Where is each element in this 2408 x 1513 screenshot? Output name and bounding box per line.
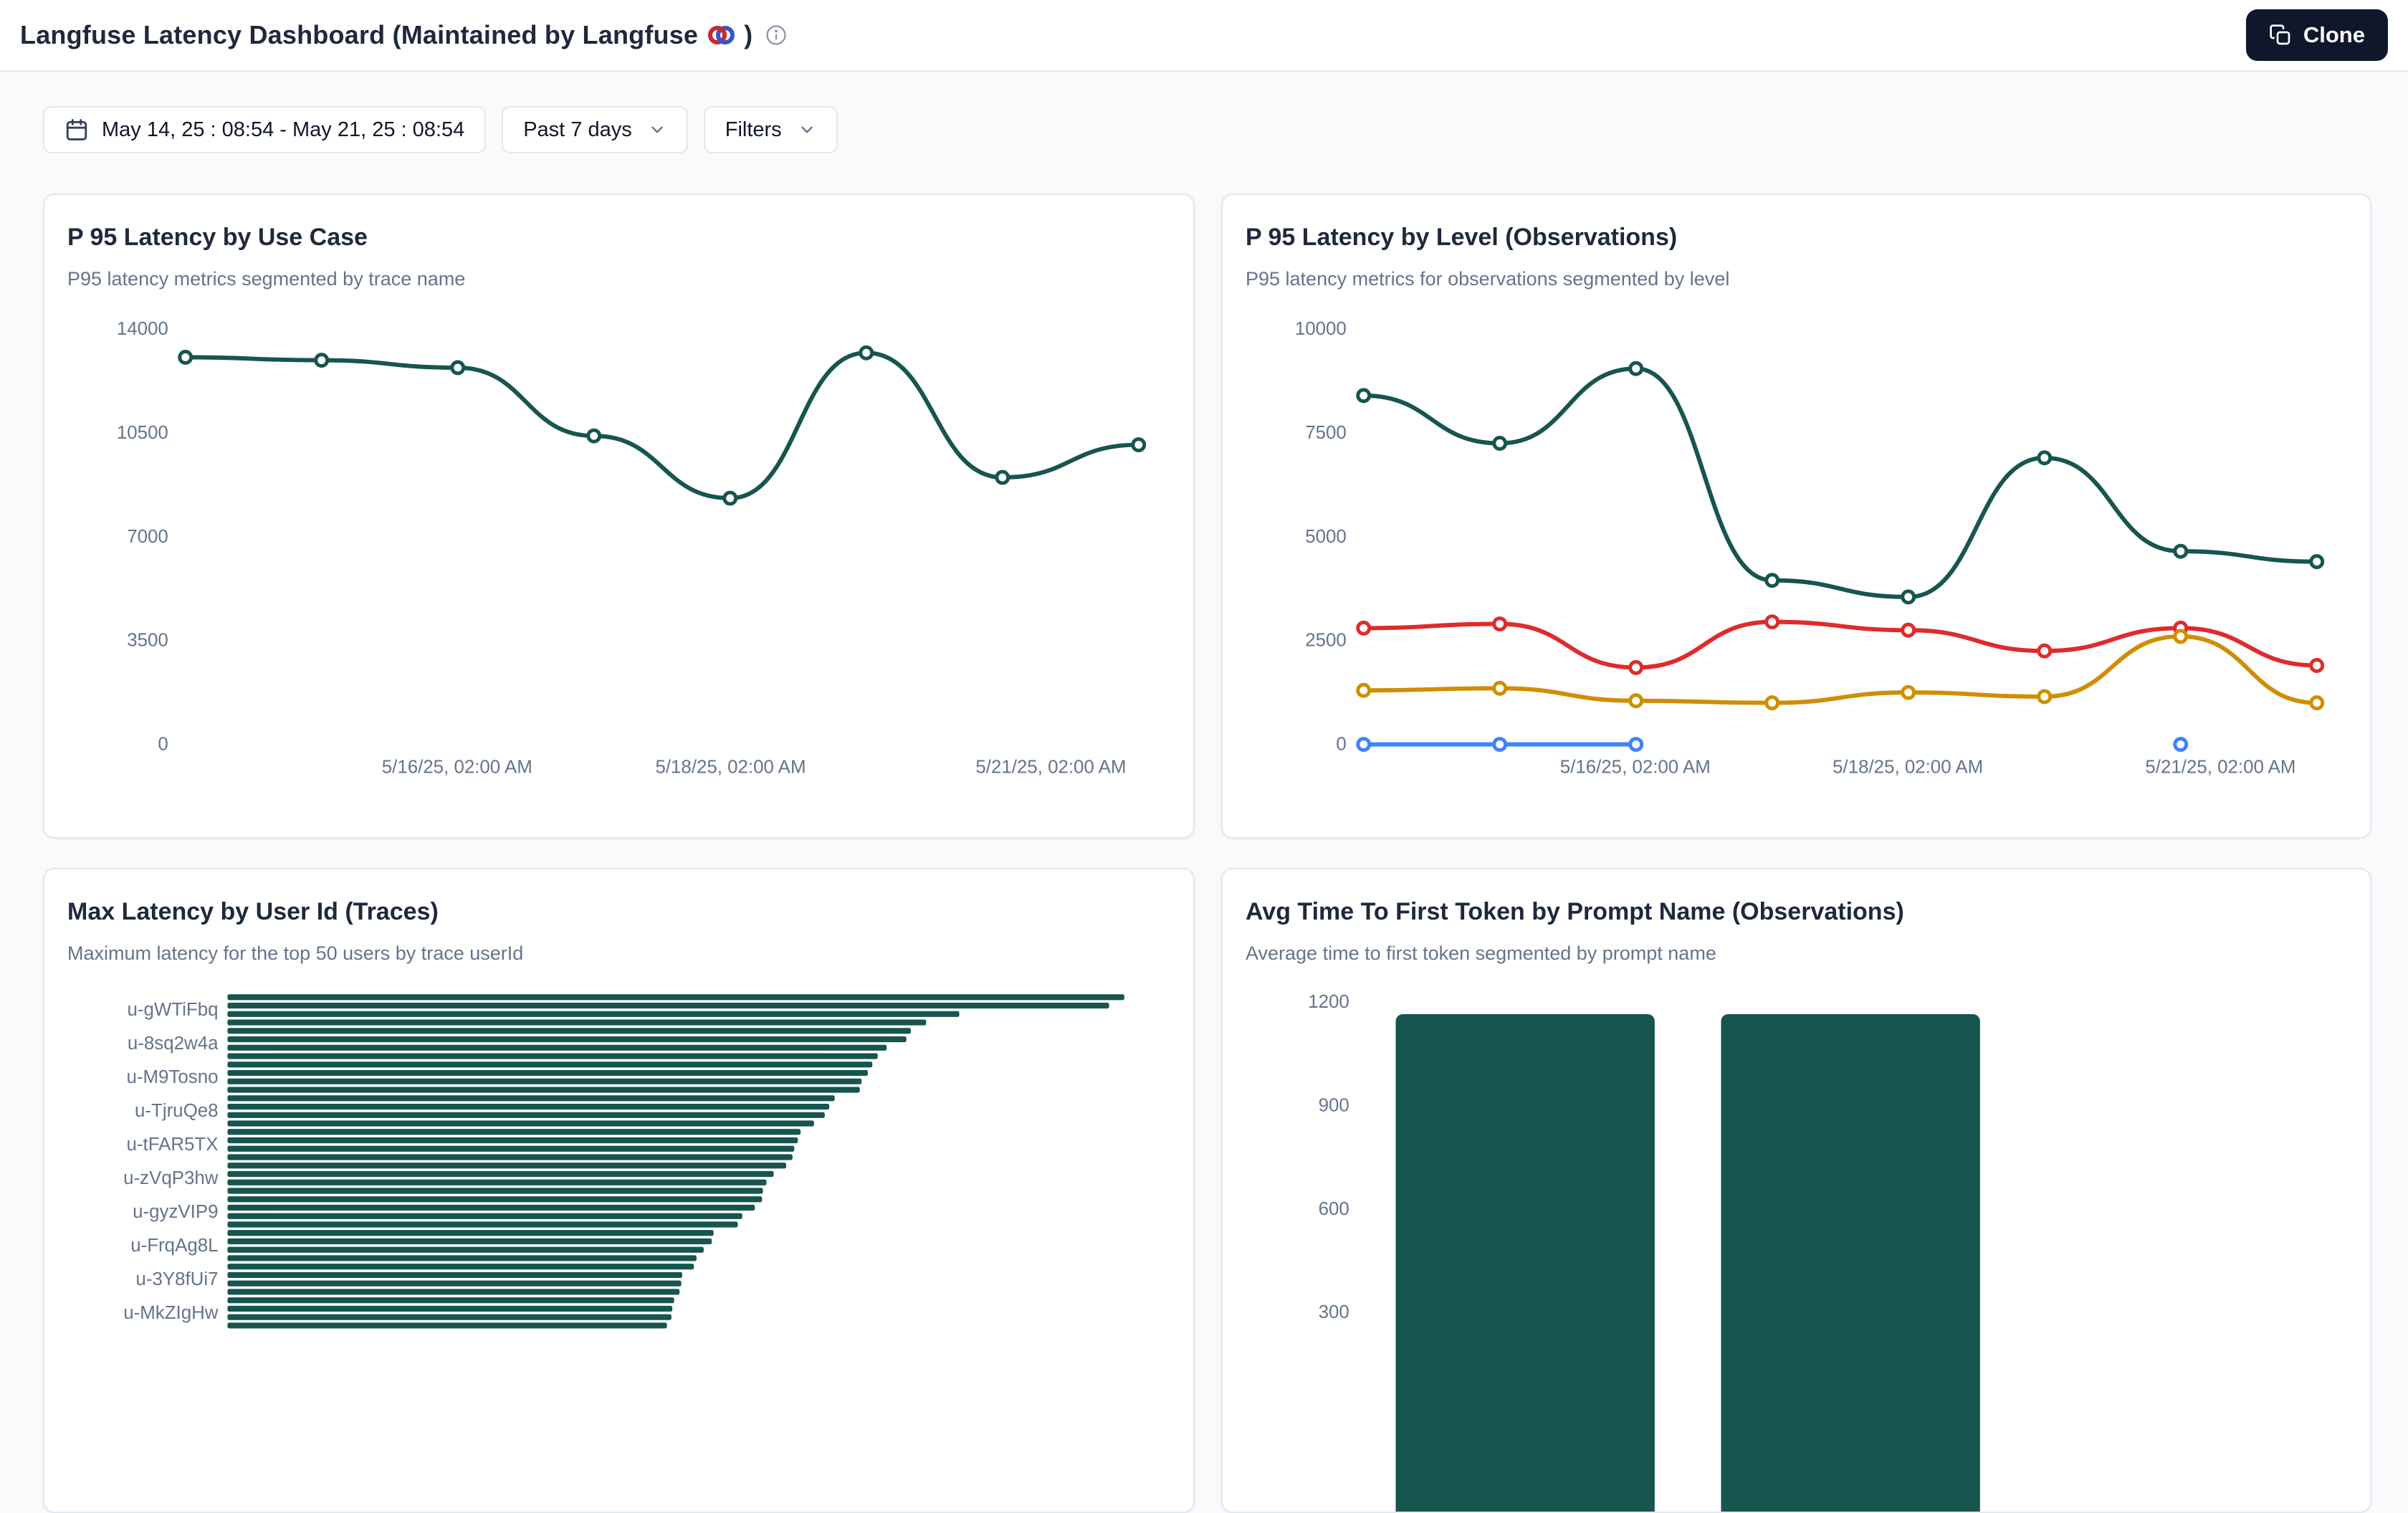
filter-toolbar: May 14, 25 : 08:54 - May 21, 25 : 08:54 … <box>43 106 838 153</box>
page-title-suffix: ) <box>744 20 752 50</box>
svg-text:5/16/25, 02:00 AM: 5/16/25, 02:00 AM <box>1560 757 1711 777</box>
top-bar: Langfuse Latency Dashboard (Maintained b… <box>0 0 2408 72</box>
clone-button-label: Clone <box>2303 22 2365 48</box>
chart-card-max-latency-user-id: Max Latency by User Id (Traces) Maximum … <box>43 868 1195 1513</box>
svg-text:5/21/25, 02:00 AM: 5/21/25, 02:00 AM <box>2145 757 2295 777</box>
copy-icon <box>2269 24 2292 47</box>
svg-text:10000: 10000 <box>1295 319 1347 339</box>
page-title: Langfuse Latency Dashboard (Maintained b… <box>20 20 752 50</box>
clone-button[interactable]: Clone <box>2246 9 2388 61</box>
svg-text:0: 0 <box>1336 735 1346 755</box>
svg-text:u-8sq2w4a: u-8sq2w4a <box>128 1034 219 1054</box>
svg-text:2500: 2500 <box>1305 631 1347 651</box>
chevron-down-icon <box>798 120 816 139</box>
svg-text:300: 300 <box>1319 1302 1349 1322</box>
svg-text:u-TjruQe8: u-TjruQe8 <box>135 1101 218 1121</box>
svg-text:u-MkZIgHw: u-MkZIgHw <box>123 1303 219 1323</box>
chart-card-p95-latency-level: P 95 Latency by Level (Observations) P95… <box>1221 194 2371 839</box>
svg-text:3500: 3500 <box>127 631 168 651</box>
calendar-icon <box>64 118 89 142</box>
vertical-bar-chart-canvas[interactable]: 1200 900 600 300 <box>1223 869 2370 1512</box>
svg-text:u-M9Tosno: u-M9Tosno <box>126 1067 218 1087</box>
svg-text:600: 600 <box>1319 1199 1349 1219</box>
knot-emoji-icon <box>707 22 735 48</box>
chart-card-avg-ttft-prompt-name: Avg Time To First Token by Prompt Name (… <box>1221 868 2371 1513</box>
svg-text:5000: 5000 <box>1305 527 1347 547</box>
filters-dropdown[interactable]: Filters <box>704 106 838 153</box>
info-icon[interactable] <box>765 24 787 46</box>
line-chart-canvas[interactable]: 14000 10500 7000 3500 0 5/16/25, 02:00 AM 5/18… <box>44 195 1193 837</box>
svg-text:u-3Y8fUi7: u-3Y8fUi7 <box>135 1269 218 1289</box>
svg-text:u-zVqP3hw: u-zVqP3hw <box>123 1168 219 1188</box>
page-title-text: Langfuse Latency Dashboard (Maintained b… <box>20 20 698 50</box>
date-range-picker[interactable]: May 14, 25 : 08:54 - May 21, 25 : 08:54 <box>43 106 486 153</box>
svg-text:10500: 10500 <box>117 423 168 443</box>
svg-text:u-gyzVIP9: u-gyzVIP9 <box>133 1202 218 1222</box>
svg-text:u-tFAR5TX: u-tFAR5TX <box>127 1135 219 1155</box>
chart-card-p95-latency-use-case: P 95 Latency by Use Case P95 latency met… <box>43 194 1195 839</box>
date-range-value: May 14, 25 : 08:54 - May 21, 25 : 08:54 <box>102 118 464 142</box>
svg-text:5/18/25, 02:00 AM: 5/18/25, 02:00 AM <box>655 757 806 777</box>
svg-text:u-FrqAg8L: u-FrqAg8L <box>130 1236 218 1256</box>
horizontal-bar-chart-canvas[interactable]: u-gWTiFbq u-8sq2w4a u-M9Tosno u-TjruQe8 u-tF… <box>44 869 1193 1512</box>
svg-text:14000: 14000 <box>117 319 168 339</box>
svg-text:0: 0 <box>158 735 168 755</box>
line-chart-canvas[interactable]: 10000 7500 5000 2500 0 5/16/25, 02:00 AM 5/18/… <box>1223 195 2370 837</box>
chevron-down-icon <box>648 120 666 139</box>
svg-text:7000: 7000 <box>127 527 168 547</box>
svg-text:1200: 1200 <box>1308 992 1349 1012</box>
range-preset-dropdown[interactable]: Past 7 days <box>502 106 688 153</box>
svg-text:5/18/25, 02:00 AM: 5/18/25, 02:00 AM <box>1833 757 1983 777</box>
svg-text:u-gWTiFbq: u-gWTiFbq <box>127 1000 218 1020</box>
filters-label: Filters <box>725 118 782 142</box>
range-preset-value: Past 7 days <box>523 118 632 142</box>
svg-text:5/21/25, 02:00 AM: 5/21/25, 02:00 AM <box>975 757 1126 777</box>
svg-text:7500: 7500 <box>1305 423 1347 443</box>
svg-text:5/16/25, 02:00 AM: 5/16/25, 02:00 AM <box>382 757 532 777</box>
svg-text:900: 900 <box>1319 1096 1349 1116</box>
